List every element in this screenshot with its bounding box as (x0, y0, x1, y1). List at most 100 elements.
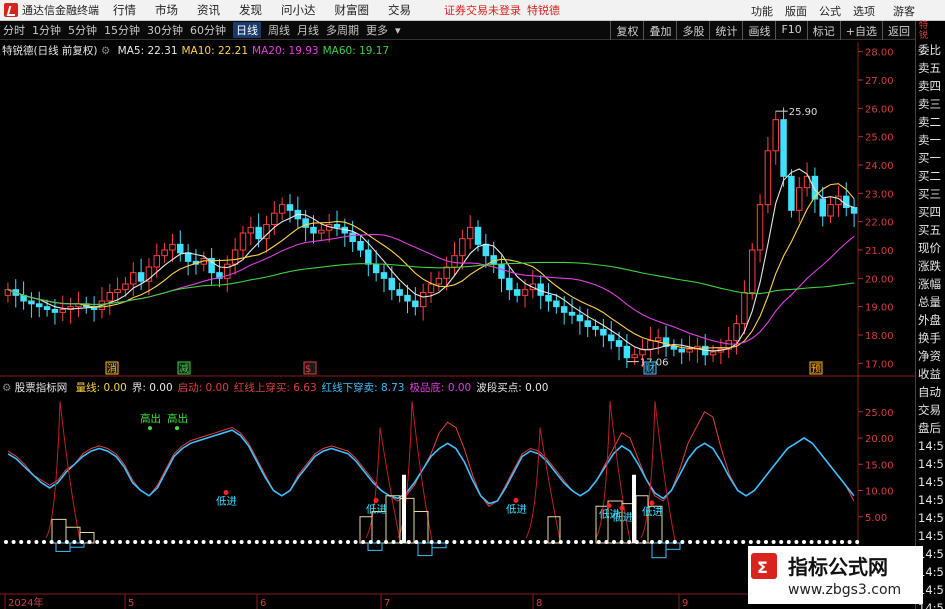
date-label: 7 (384, 598, 390, 609)
baseline-dot (490, 540, 495, 544)
stock-chart-canvas[interactable]: 17.00 18.00 19.00 20.00 21.00 22.00 23.00 24.00… (0, 0, 945, 609)
price-axis-label: 27.00 (865, 76, 894, 87)
candle-body (654, 337, 662, 342)
baseline-dot (315, 540, 320, 544)
baseline-dot (285, 540, 290, 544)
baseline-dot (786, 540, 791, 544)
candle-body (106, 292, 114, 302)
candle-body (459, 238, 466, 257)
candle-body (466, 226, 474, 240)
candle-body (278, 204, 286, 214)
low-in-label: 低进 (216, 495, 237, 508)
baseline-dot (505, 540, 510, 544)
baseline-dot (688, 540, 692, 544)
candle-body (177, 243, 184, 254)
baseline-dot (460, 540, 464, 544)
baseline-dot (323, 540, 328, 544)
baseline-dot (764, 540, 768, 544)
candle-body (615, 340, 623, 347)
baseline-dot (566, 540, 571, 544)
step-bar (371, 511, 387, 544)
baseline-dot (665, 540, 670, 544)
candle-body (827, 204, 834, 217)
baseline-dot (42, 540, 46, 544)
low-in-label: 低进 (366, 502, 387, 515)
indicator-axis-label: 15.00 (865, 460, 894, 471)
baseline-dot (156, 540, 160, 544)
candle-body (678, 348, 685, 353)
price-axis-label: 26.00 (865, 104, 894, 115)
candle-body (623, 345, 631, 359)
candle-body (122, 283, 129, 291)
high-out-label: 高出 (167, 412, 188, 425)
ma-line (7, 168, 855, 352)
price-axis-label: 22.00 (865, 218, 894, 229)
baseline-dot (452, 540, 457, 544)
baseline-dot (748, 540, 753, 544)
candle-body (349, 232, 356, 242)
candle-body (647, 340, 654, 350)
candle-body (568, 311, 576, 316)
baseline-dot (201, 540, 206, 544)
low-in-label: 低进 (642, 505, 663, 518)
baseline-dot (429, 540, 434, 544)
candle-body (365, 249, 372, 265)
baseline-dot (779, 540, 784, 544)
baseline-dot (657, 540, 662, 544)
baseline-dot (399, 540, 404, 544)
candle-body (372, 263, 380, 274)
low-in-label: 低进 (612, 510, 633, 523)
baseline-dot (733, 540, 738, 544)
baseline-dot (581, 540, 586, 544)
baseline-dot (520, 540, 525, 544)
candle-body (788, 175, 795, 211)
candle-body (435, 277, 443, 285)
candle-body (318, 229, 325, 234)
event-marker-label: 减 (179, 363, 189, 375)
date-label: 2024年 (8, 596, 43, 609)
candle-body (795, 187, 803, 211)
baseline-dot (361, 540, 366, 544)
baseline-dot (80, 540, 84, 544)
baseline-dot (262, 540, 267, 544)
baseline-dot (87, 540, 92, 544)
candle-body (130, 272, 137, 285)
low-in-dot (223, 490, 229, 495)
baseline-dot (710, 540, 715, 544)
candle-body (419, 292, 427, 308)
baseline-dot (57, 540, 62, 544)
watermark-logo-glyph: Σ (757, 558, 768, 577)
baseline-dot (498, 540, 502, 544)
price-axis-label: 24.00 (865, 161, 894, 172)
baseline-dot (634, 540, 639, 544)
buy-point-bar (402, 474, 406, 543)
signal-spike (525, 427, 561, 541)
baseline-dot (216, 540, 221, 544)
baseline-dot (771, 540, 776, 544)
baseline-dot (72, 540, 77, 544)
candle-body (756, 204, 764, 251)
baseline-dot (346, 540, 350, 544)
low-in-label: 低进 (506, 502, 527, 515)
candle-body (161, 249, 168, 257)
baseline-dot (384, 540, 388, 544)
baseline-dot (34, 540, 39, 544)
price-axis-label: 18.00 (865, 331, 894, 342)
baseline-dot (125, 540, 130, 544)
candle-body (819, 198, 826, 217)
baseline-dot (802, 540, 806, 544)
candle-body (255, 226, 262, 240)
candle-body (584, 320, 591, 328)
baseline-dot (680, 540, 685, 544)
date-label: 5 (128, 598, 134, 609)
baseline-dot (475, 540, 480, 544)
candle-body (474, 226, 482, 245)
baseline-dot (596, 540, 601, 544)
price-axis-label: 20.00 (865, 274, 894, 285)
baseline-dot (270, 540, 274, 544)
baseline-dot (604, 540, 609, 544)
baseline-dot (551, 540, 556, 544)
candle-body (333, 224, 341, 228)
price-axis-label: 17.00 (865, 359, 894, 370)
date-label: 9 (682, 598, 688, 609)
